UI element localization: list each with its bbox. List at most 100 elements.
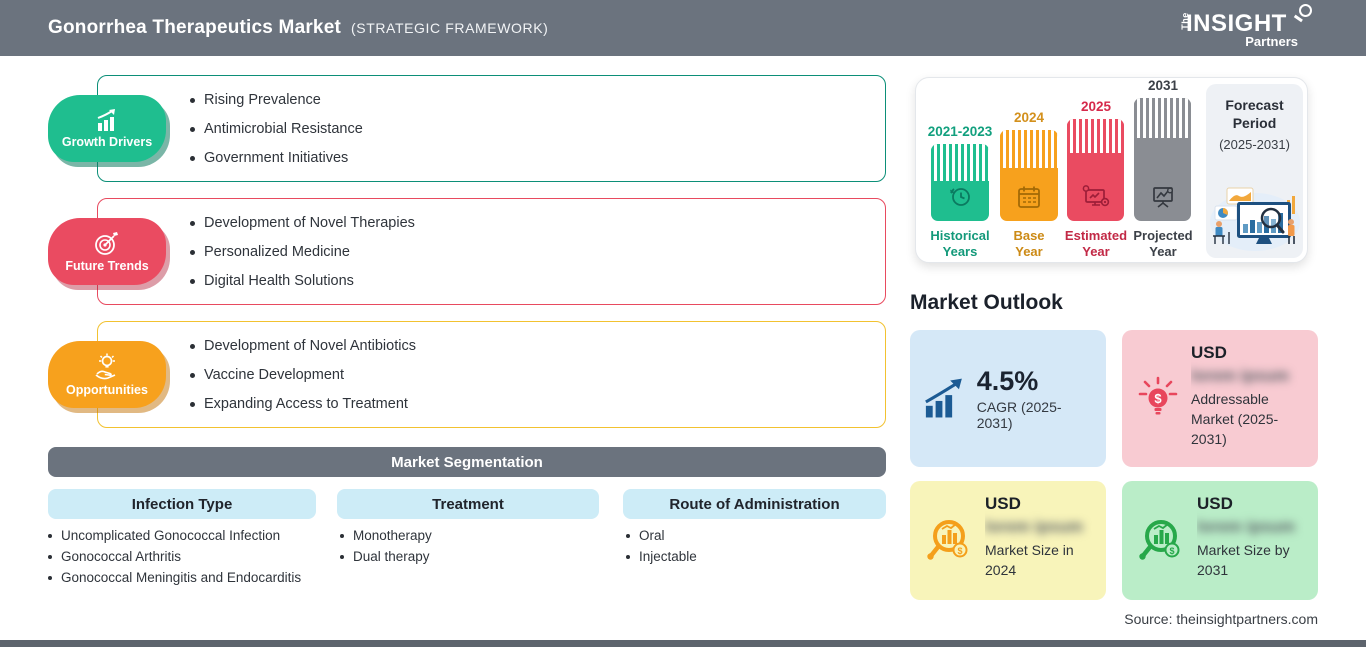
segment-header-treatment: Treatment [337, 489, 599, 519]
cagr-value: 4.5% [976, 366, 1039, 396]
list-item: Digital Health Solutions [190, 273, 415, 289]
blurred-value: lorem ipsum [1197, 518, 1296, 536]
bottom-bar [0, 640, 1366, 647]
treatment-list: Monotherapy Dual therapy [340, 526, 590, 568]
timeline-year: 2025 [1080, 99, 1112, 114]
usd-label: USD [1197, 494, 1233, 513]
list-item: Dual therapy [340, 547, 590, 567]
list-item: Development of Novel Antibiotics [190, 338, 416, 354]
list-item: Expanding Access to Treatment [190, 396, 416, 412]
list-item: Oral [626, 526, 876, 546]
growth-chart-icon [97, 108, 115, 131]
timeline-card: 2021-2023 2024 2025 2031 Historical Year… [915, 77, 1308, 263]
bar-stripes [1067, 119, 1124, 153]
list-item: Rising Prevalence [190, 92, 363, 108]
card-caption: Market Size in 2024 [985, 542, 1074, 578]
opportunities-box: Development of Novel Antibiotics Vaccine… [97, 321, 886, 428]
svg-text:$: $ [957, 546, 962, 556]
pill-label: Future Trends [65, 258, 149, 273]
timeline-label: Projected Year [1121, 228, 1205, 260]
forecast-range: (2025-2031) [1219, 137, 1290, 152]
page-subtitle: (STRATEGIC FRAMEWORK) [351, 20, 549, 36]
timeline-year: 2031 [1147, 78, 1179, 93]
list-item: Gonococcal Arthritis [48, 547, 320, 567]
page-title: Gonorrhea Therapeutics Market [48, 17, 341, 38]
growth-drivers-box: Rising Prevalence Antimicrobial Resistan… [97, 75, 886, 182]
infection-type-list: Uncomplicated Gonococcal Infection Gonoc… [48, 526, 320, 589]
opportunities-list: Development of Novel Antibiotics Vaccine… [190, 322, 416, 427]
bar-stripes [1000, 130, 1058, 168]
list-item: Gonococcal Meningitis and Endocarditis [48, 568, 320, 588]
estimated-year-bar [1067, 119, 1124, 221]
route-of-administration-list: Oral Injectable [626, 526, 876, 568]
svg-text:$: $ [1154, 391, 1162, 406]
base-year-bar [1000, 130, 1058, 221]
bar-stripes [931, 144, 989, 181]
list-item: Uncomplicated Gonococcal Infection [48, 526, 320, 546]
analytics-illustration [1210, 187, 1300, 251]
list-item: Injectable [626, 547, 876, 567]
label-line: Projected [1133, 228, 1193, 243]
list-item: Monotherapy [340, 526, 590, 546]
market-size-2031-card: $ USD lorem ipsum Market Size by 2031 [1122, 481, 1318, 600]
usd-label: USD [985, 494, 1021, 513]
market-size-2024-card: $ USD lorem ipsum Market Size in 2024 [910, 481, 1106, 600]
insight-partners-logo: The INSIGHT Partners [1178, 4, 1312, 50]
monitor-gear-icon [1082, 185, 1109, 207]
segment-header-route: Route of Administration [623, 489, 886, 519]
source-text: Source: theinsightpartners.com [1124, 611, 1318, 627]
card-caption: Market Size by 2031 [1197, 542, 1290, 578]
cagr-card: 4.5% CAGR (2025-2031) [910, 330, 1106, 467]
future-trends-pill: Future Trends [48, 218, 166, 285]
usd-label: USD [1191, 343, 1227, 362]
label-line: Year [1149, 244, 1177, 259]
list-item: Vaccine Development [190, 367, 416, 383]
projected-year-bar [1134, 98, 1191, 221]
segmentation-title: Market Segmentation [391, 453, 543, 471]
opportunities-pill: Opportunities [48, 341, 166, 408]
pill-label: Growth Drivers [61, 134, 153, 149]
logo-partners-text: Partners [1245, 34, 1298, 49]
historical-years-bar [931, 144, 989, 221]
timeline-year: 2021-2023 [927, 124, 993, 139]
svg-text:$: $ [1169, 546, 1174, 556]
list-item: Development of Novel Therapies [190, 215, 415, 231]
list-item: Government Initiatives [190, 150, 363, 166]
magnifier-chart-green-icon: $ [1139, 519, 1180, 560]
list-item: Personalized Medicine [190, 244, 415, 260]
blurred-value: lorem ipsum [1191, 367, 1290, 385]
cagr-caption: CAGR (2025-2031) [976, 399, 1062, 431]
magnifier-chart-orange-icon: $ [927, 519, 968, 560]
forecast-period-panel: Forecast Period (2025-2031) [1206, 84, 1303, 258]
forecast-line: Period [1232, 115, 1277, 131]
market-segmentation-bar: Market Segmentation [48, 447, 886, 477]
list-item: Antimicrobial Resistance [190, 121, 363, 137]
magnifier-icon [1299, 4, 1312, 17]
calendar-icon [1018, 186, 1040, 208]
future-trends-list: Development of Novel Therapies Personali… [190, 199, 415, 304]
forecast-line: Forecast [1225, 97, 1284, 113]
segment-header-infection-type: Infection Type [48, 489, 316, 519]
infographic-canvas: Gonorrhea Therapeutics Market (STRATEGIC… [0, 0, 1366, 647]
header-bar: Gonorrhea Therapeutics Market (STRATEGIC… [0, 0, 1366, 56]
bulb-dollar-icon: $ [1138, 376, 1178, 414]
target-dart-icon [95, 231, 118, 255]
bulb-hand-icon [95, 353, 116, 379]
pill-label: Opportunities [66, 382, 148, 397]
growth-drivers-pill: Growth Drivers [48, 95, 166, 162]
card-text-block: USD lorem ipsum Addressable Market (2025… [1191, 343, 1304, 454]
card-text-block: USD lorem ipsum Market Size in 2024 [985, 494, 1092, 587]
cagr-text-block: 4.5% CAGR (2025-2031) [977, 366, 1094, 431]
cagr-growth-icon [925, 378, 962, 417]
blurred-value: lorem ipsum [985, 518, 1084, 536]
addressable-market-card: $ USD lorem ipsum Addressable Market (20… [1122, 330, 1318, 467]
future-trends-box: Development of Novel Therapies Personali… [97, 198, 886, 305]
bar-stripes [1134, 98, 1191, 138]
card-text-block: USD lorem ipsum Market Size by 2031 [1197, 494, 1304, 587]
presentation-chart-icon [1152, 187, 1173, 208]
market-outlook-title: Market Outlook [910, 291, 1063, 314]
growth-drivers-list: Rising Prevalence Antimicrobial Resistan… [190, 76, 363, 181]
header-titles: Gonorrhea Therapeutics Market (STRATEGIC… [48, 17, 548, 39]
card-caption: Addressable Market (2025-2031) [1191, 391, 1279, 447]
history-clock-icon [950, 188, 970, 206]
